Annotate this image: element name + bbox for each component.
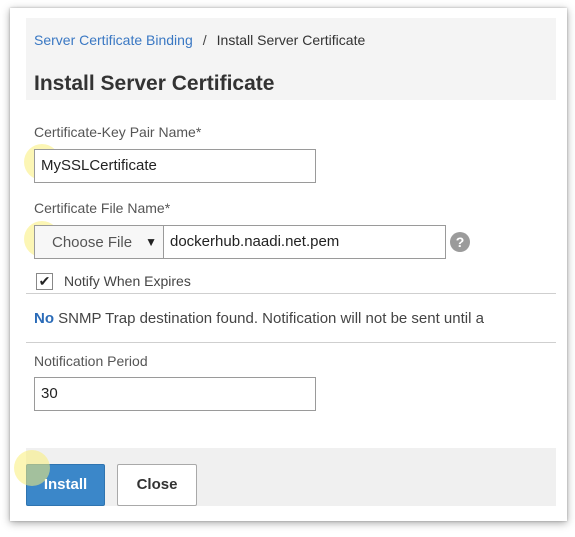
choose-file-dropdown[interactable]: Choose File ▼ bbox=[34, 225, 164, 259]
divider bbox=[26, 293, 556, 294]
choose-file-label: Choose File bbox=[52, 234, 133, 251]
cert-file-row: Choose File ▼ dockerhub.naadi.net.pem bbox=[34, 225, 446, 259]
breadcrumb-current: Install Server Certificate bbox=[216, 32, 366, 48]
click-highlight bbox=[14, 450, 50, 486]
notify-checkbox-label[interactable]: Notify When Expires bbox=[64, 273, 191, 289]
cert-file-name-field[interactable]: dockerhub.naadi.net.pem bbox=[164, 225, 446, 259]
notify-checkbox[interactable]: ✔ bbox=[36, 273, 53, 290]
page-title: Install Server Certificate bbox=[34, 72, 275, 95]
close-button[interactable]: Close bbox=[117, 464, 197, 506]
install-certificate-dialog: Server Certificate Binding / Install Serve… bbox=[10, 8, 567, 521]
chevron-down-icon: ▼ bbox=[145, 235, 157, 249]
notification-period-input[interactable]: 30 bbox=[34, 377, 316, 411]
cert-key-pair-label: Certificate-Key Pair Name* bbox=[34, 124, 202, 140]
dialog-footer: Install Close bbox=[14, 448, 556, 506]
breadcrumb-parent-link[interactable]: Server Certificate Binding bbox=[34, 32, 193, 48]
cert-key-pair-input[interactable]: MySSLCertificate bbox=[34, 149, 316, 183]
dialog-header: Server Certificate Binding / Install Serve… bbox=[26, 18, 556, 100]
notification-period-label: Notification Period bbox=[34, 353, 148, 369]
notice-emphasis: No bbox=[34, 310, 54, 327]
breadcrumb: Server Certificate Binding / Install Serve… bbox=[34, 32, 365, 48]
snmp-notice: No SNMP Trap destination found. Notifica… bbox=[34, 310, 484, 327]
divider bbox=[26, 342, 556, 343]
notice-text: SNMP Trap destination found. Notificatio… bbox=[54, 310, 484, 327]
breadcrumb-separator: / bbox=[202, 32, 207, 48]
help-icon[interactable]: ? bbox=[450, 232, 470, 252]
cert-file-label: Certificate File Name* bbox=[34, 200, 171, 216]
